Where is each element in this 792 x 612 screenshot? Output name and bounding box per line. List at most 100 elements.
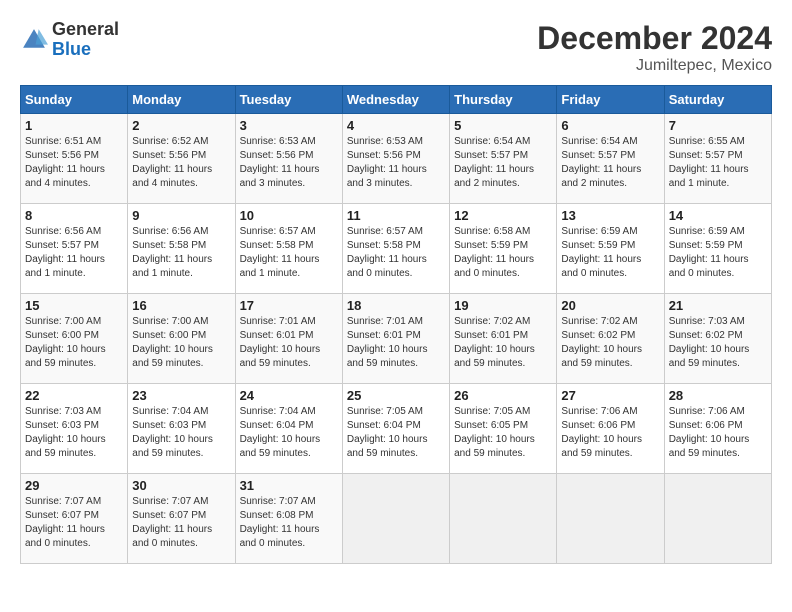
table-row: 14 Sunrise: 6:59 AM Sunset: 5:59 PM Dayl… bbox=[664, 204, 771, 294]
table-row: 25 Sunrise: 7:05 AM Sunset: 6:04 PM Dayl… bbox=[342, 384, 449, 474]
table-row: 15 Sunrise: 7:00 AM Sunset: 6:00 PM Dayl… bbox=[21, 294, 128, 384]
day-info: Sunrise: 6:55 AM Sunset: 5:57 PM Dayligh… bbox=[669, 135, 767, 191]
calendar-header: Sunday Monday Tuesday Wednesday Thursday… bbox=[21, 86, 772, 114]
day-number: 19 bbox=[454, 298, 552, 313]
table-row: 8 Sunrise: 6:56 AM Sunset: 5:57 PM Dayli… bbox=[21, 204, 128, 294]
header-row: Sunday Monday Tuesday Wednesday Thursday… bbox=[21, 86, 772, 114]
table-row: 20 Sunrise: 7:02 AM Sunset: 6:02 PM Dayl… bbox=[557, 294, 664, 384]
day-number: 13 bbox=[561, 208, 659, 223]
table-row: 1 Sunrise: 6:51 AM Sunset: 5:56 PM Dayli… bbox=[21, 114, 128, 204]
day-info: Sunrise: 7:04 AM Sunset: 6:03 PM Dayligh… bbox=[132, 405, 230, 461]
day-number: 3 bbox=[240, 118, 338, 133]
day-number: 22 bbox=[25, 388, 123, 403]
logo-icon bbox=[20, 26, 48, 54]
day-info: Sunrise: 7:05 AM Sunset: 6:04 PM Dayligh… bbox=[347, 405, 445, 461]
day-number: 4 bbox=[347, 118, 445, 133]
table-row: 11 Sunrise: 6:57 AM Sunset: 5:58 PM Dayl… bbox=[342, 204, 449, 294]
table-row: 26 Sunrise: 7:05 AM Sunset: 6:05 PM Dayl… bbox=[450, 384, 557, 474]
table-row: 31 Sunrise: 7:07 AM Sunset: 6:08 PM Dayl… bbox=[235, 474, 342, 564]
day-info: Sunrise: 7:03 AM Sunset: 6:03 PM Dayligh… bbox=[25, 405, 123, 461]
day-number: 7 bbox=[669, 118, 767, 133]
day-number: 18 bbox=[347, 298, 445, 313]
day-info: Sunrise: 7:02 AM Sunset: 6:02 PM Dayligh… bbox=[561, 315, 659, 371]
day-number: 1 bbox=[25, 118, 123, 133]
day-info: Sunrise: 6:59 AM Sunset: 5:59 PM Dayligh… bbox=[561, 225, 659, 281]
header-monday: Monday bbox=[128, 86, 235, 114]
day-info: Sunrise: 7:05 AM Sunset: 6:05 PM Dayligh… bbox=[454, 405, 552, 461]
table-row: 30 Sunrise: 7:07 AM Sunset: 6:07 PM Dayl… bbox=[128, 474, 235, 564]
day-number: 24 bbox=[240, 388, 338, 403]
day-info: Sunrise: 7:07 AM Sunset: 6:08 PM Dayligh… bbox=[240, 495, 338, 551]
header-thursday: Thursday bbox=[450, 86, 557, 114]
table-row: 2 Sunrise: 6:52 AM Sunset: 5:56 PM Dayli… bbox=[128, 114, 235, 204]
day-info: Sunrise: 6:53 AM Sunset: 5:56 PM Dayligh… bbox=[347, 135, 445, 191]
header-wednesday: Wednesday bbox=[342, 86, 449, 114]
day-number: 29 bbox=[25, 478, 123, 493]
calendar-body: 1 Sunrise: 6:51 AM Sunset: 5:56 PM Dayli… bbox=[21, 114, 772, 564]
page-subtitle: Jumiltepec, Mexico bbox=[537, 57, 772, 75]
calendar-row: 8 Sunrise: 6:56 AM Sunset: 5:57 PM Dayli… bbox=[21, 204, 772, 294]
table-row: 27 Sunrise: 7:06 AM Sunset: 6:06 PM Dayl… bbox=[557, 384, 664, 474]
day-number: 10 bbox=[240, 208, 338, 223]
day-info: Sunrise: 6:54 AM Sunset: 5:57 PM Dayligh… bbox=[454, 135, 552, 191]
day-info: Sunrise: 7:01 AM Sunset: 6:01 PM Dayligh… bbox=[347, 315, 445, 371]
calendar-row: 1 Sunrise: 6:51 AM Sunset: 5:56 PM Dayli… bbox=[21, 114, 772, 204]
day-info: Sunrise: 6:54 AM Sunset: 5:57 PM Dayligh… bbox=[561, 135, 659, 191]
logo-line1: General bbox=[52, 20, 119, 40]
day-info: Sunrise: 6:58 AM Sunset: 5:59 PM Dayligh… bbox=[454, 225, 552, 281]
table-row: 18 Sunrise: 7:01 AM Sunset: 6:01 PM Dayl… bbox=[342, 294, 449, 384]
table-row: 23 Sunrise: 7:04 AM Sunset: 6:03 PM Dayl… bbox=[128, 384, 235, 474]
day-number: 9 bbox=[132, 208, 230, 223]
table-row: 13 Sunrise: 6:59 AM Sunset: 5:59 PM Dayl… bbox=[557, 204, 664, 294]
day-info: Sunrise: 7:01 AM Sunset: 6:01 PM Dayligh… bbox=[240, 315, 338, 371]
day-info: Sunrise: 7:00 AM Sunset: 6:00 PM Dayligh… bbox=[25, 315, 123, 371]
header-friday: Friday bbox=[557, 86, 664, 114]
day-info: Sunrise: 7:04 AM Sunset: 6:04 PM Dayligh… bbox=[240, 405, 338, 461]
day-info: Sunrise: 6:57 AM Sunset: 5:58 PM Dayligh… bbox=[240, 225, 338, 281]
table-row: 28 Sunrise: 7:06 AM Sunset: 6:06 PM Dayl… bbox=[664, 384, 771, 474]
day-info: Sunrise: 6:57 AM Sunset: 5:58 PM Dayligh… bbox=[347, 225, 445, 281]
day-info: Sunrise: 6:56 AM Sunset: 5:57 PM Dayligh… bbox=[25, 225, 123, 281]
page-title: December 2024 bbox=[537, 20, 772, 57]
day-number: 15 bbox=[25, 298, 123, 313]
calendar-row: 15 Sunrise: 7:00 AM Sunset: 6:00 PM Dayl… bbox=[21, 294, 772, 384]
table-row: 22 Sunrise: 7:03 AM Sunset: 6:03 PM Dayl… bbox=[21, 384, 128, 474]
header-tuesday: Tuesday bbox=[235, 86, 342, 114]
table-row: 29 Sunrise: 7:07 AM Sunset: 6:07 PM Dayl… bbox=[21, 474, 128, 564]
page-header: General Blue December 2024 Jumiltepec, M… bbox=[20, 20, 772, 75]
table-row: 10 Sunrise: 6:57 AM Sunset: 5:58 PM Dayl… bbox=[235, 204, 342, 294]
table-row: 4 Sunrise: 6:53 AM Sunset: 5:56 PM Dayli… bbox=[342, 114, 449, 204]
day-number: 16 bbox=[132, 298, 230, 313]
table-row bbox=[450, 474, 557, 564]
day-info: Sunrise: 7:03 AM Sunset: 6:02 PM Dayligh… bbox=[669, 315, 767, 371]
calendar-table: Sunday Monday Tuesday Wednesday Thursday… bbox=[20, 85, 772, 564]
day-number: 6 bbox=[561, 118, 659, 133]
table-row: 24 Sunrise: 7:04 AM Sunset: 6:04 PM Dayl… bbox=[235, 384, 342, 474]
day-number: 20 bbox=[561, 298, 659, 313]
day-number: 26 bbox=[454, 388, 552, 403]
calendar-row: 22 Sunrise: 7:03 AM Sunset: 6:03 PM Dayl… bbox=[21, 384, 772, 474]
logo-line2: Blue bbox=[52, 40, 119, 60]
day-number: 23 bbox=[132, 388, 230, 403]
table-row: 5 Sunrise: 6:54 AM Sunset: 5:57 PM Dayli… bbox=[450, 114, 557, 204]
logo: General Blue bbox=[20, 20, 119, 60]
day-info: Sunrise: 7:06 AM Sunset: 6:06 PM Dayligh… bbox=[669, 405, 767, 461]
title-block: December 2024 Jumiltepec, Mexico bbox=[537, 20, 772, 75]
day-number: 28 bbox=[669, 388, 767, 403]
header-sunday: Sunday bbox=[21, 86, 128, 114]
day-info: Sunrise: 6:51 AM Sunset: 5:56 PM Dayligh… bbox=[25, 135, 123, 191]
table-row: 16 Sunrise: 7:00 AM Sunset: 6:00 PM Dayl… bbox=[128, 294, 235, 384]
day-number: 30 bbox=[132, 478, 230, 493]
day-number: 14 bbox=[669, 208, 767, 223]
table-row: 21 Sunrise: 7:03 AM Sunset: 6:02 PM Dayl… bbox=[664, 294, 771, 384]
day-info: Sunrise: 7:00 AM Sunset: 6:00 PM Dayligh… bbox=[132, 315, 230, 371]
table-row: 6 Sunrise: 6:54 AM Sunset: 5:57 PM Dayli… bbox=[557, 114, 664, 204]
day-number: 11 bbox=[347, 208, 445, 223]
calendar-row: 29 Sunrise: 7:07 AM Sunset: 6:07 PM Dayl… bbox=[21, 474, 772, 564]
table-row: 7 Sunrise: 6:55 AM Sunset: 5:57 PM Dayli… bbox=[664, 114, 771, 204]
logo-text: General Blue bbox=[52, 20, 119, 60]
day-number: 17 bbox=[240, 298, 338, 313]
day-info: Sunrise: 7:02 AM Sunset: 6:01 PM Dayligh… bbox=[454, 315, 552, 371]
day-number: 8 bbox=[25, 208, 123, 223]
day-info: Sunrise: 6:56 AM Sunset: 5:58 PM Dayligh… bbox=[132, 225, 230, 281]
